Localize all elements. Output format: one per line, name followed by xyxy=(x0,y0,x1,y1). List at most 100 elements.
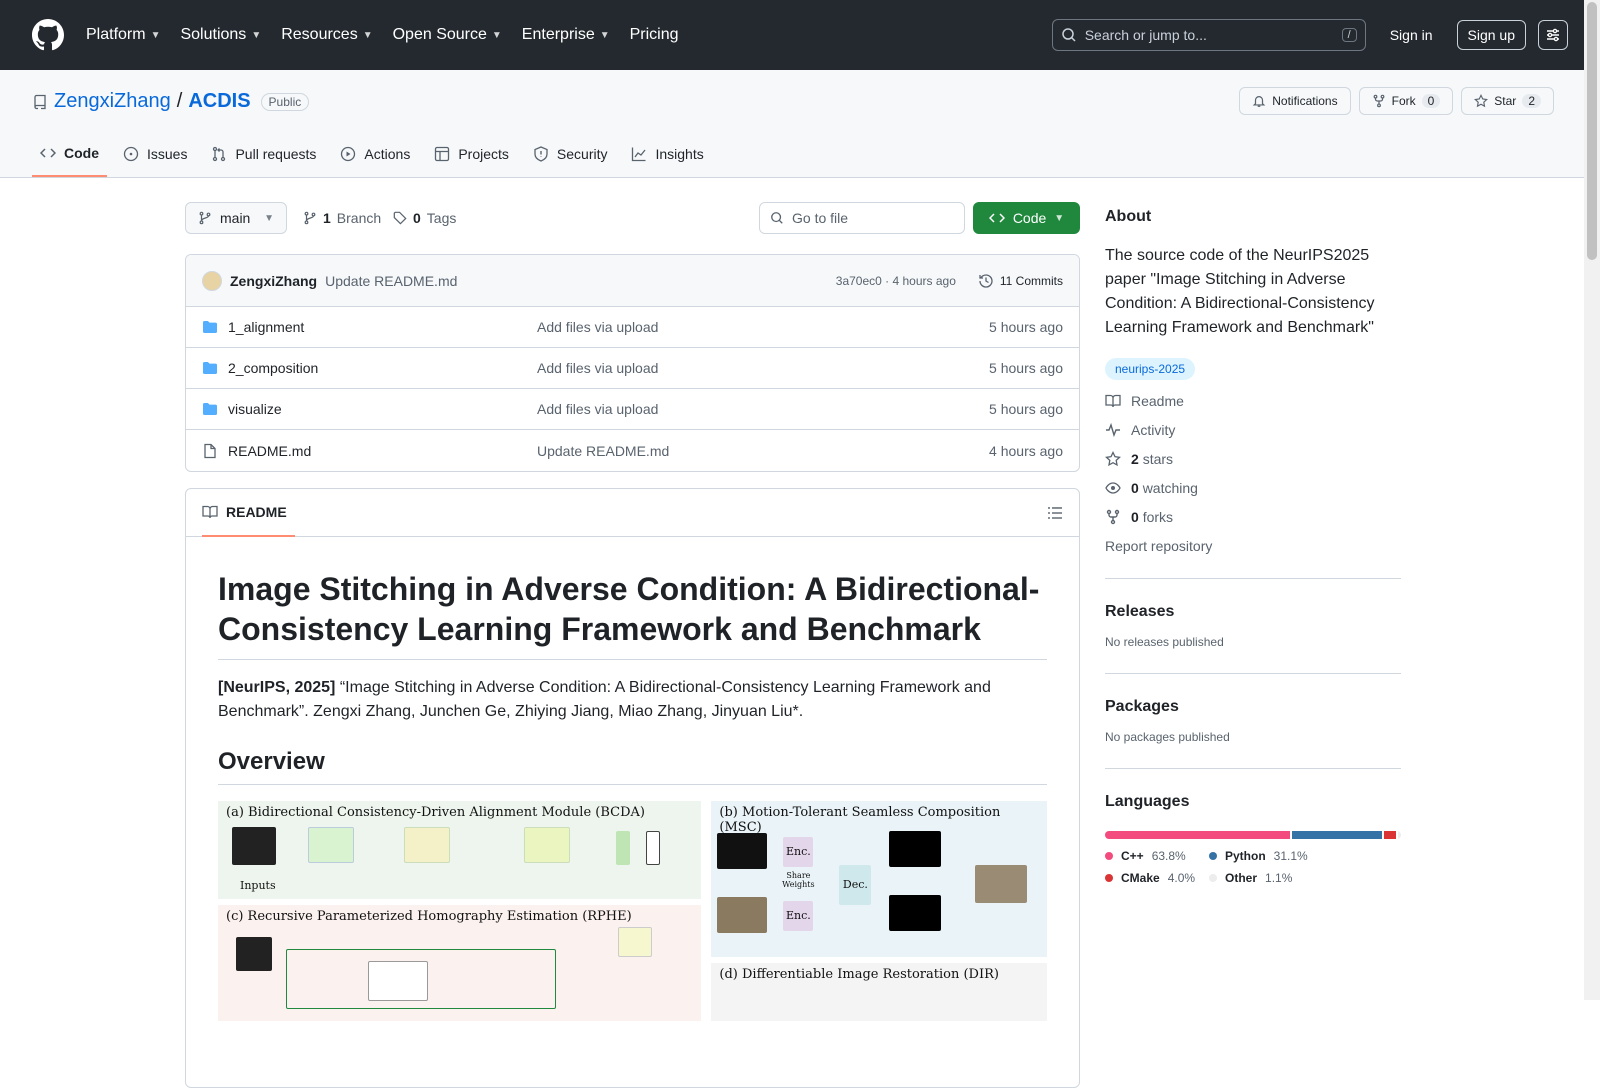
bell-icon xyxy=(1252,96,1266,107)
language-dot-icon xyxy=(1209,852,1217,860)
language-item[interactable]: Other 1.1% xyxy=(1209,871,1313,885)
file-commit-message[interactable]: Add files via upload xyxy=(537,401,989,417)
nav-open-source[interactable]: Open Source ▼ xyxy=(393,26,502,44)
scrollbar[interactable] xyxy=(1584,0,1600,1000)
forks-link[interactable]: 0 forks xyxy=(1105,509,1401,525)
notifications-button[interactable]: Notifications xyxy=(1239,87,1351,115)
figure-panel-c-caption: (c) Recursive Parameterized Homography E… xyxy=(226,909,632,924)
about-description: The source code of the NeurIPS2025 paper… xyxy=(1105,247,1375,336)
activity-link[interactable]: Activity xyxy=(1105,422,1401,438)
avatar[interactable] xyxy=(202,270,222,291)
tab-pull-requests[interactable]: Pull requests xyxy=(203,131,324,177)
star-icon xyxy=(1105,451,1121,467)
tab-actions[interactable]: Actions xyxy=(332,131,418,177)
language-bar-segment xyxy=(1384,831,1396,839)
file-commit-message[interactable]: Update README.md xyxy=(537,443,989,459)
fork-button[interactable]: Fork 0 xyxy=(1358,87,1454,115)
file-row[interactable]: 2_composition Add files via upload 5 hou… xyxy=(186,348,1079,389)
repo-separator: / xyxy=(176,90,183,112)
file-name[interactable]: README.md xyxy=(228,443,311,459)
language-item[interactable]: C++ 63.8% xyxy=(1105,849,1209,863)
commit-meta[interactable]: 3a70ec0 · 4 hours ago xyxy=(836,274,956,288)
readme-tab[interactable]: README xyxy=(202,489,295,537)
commit-author[interactable]: ZengxiZhang xyxy=(230,273,317,289)
nav-pricing[interactable]: Pricing xyxy=(630,26,679,44)
file-row[interactable]: README.md Update README.md 4 hours ago xyxy=(186,430,1079,471)
search-input[interactable]: Search or jump to... / xyxy=(1051,19,1366,51)
stars-count: 2 xyxy=(1131,451,1139,467)
tab-security[interactable]: Security xyxy=(525,131,616,177)
branch-icon xyxy=(304,211,316,225)
book-icon xyxy=(202,505,218,518)
file-row[interactable]: visualize Add files via upload 5 hours a… xyxy=(186,389,1079,430)
folder-icon xyxy=(203,362,217,374)
tab-insights-label: Insights xyxy=(655,146,704,162)
branches-link[interactable]: 1 Branch xyxy=(303,202,381,234)
tags-link[interactable]: 0 Tags xyxy=(393,202,456,234)
dlt-block xyxy=(616,831,630,865)
readme-body: Image Stitching in Adverse Condition: A … xyxy=(186,537,1079,1053)
about-sidebar: About The source code of the NeurIPS2025… xyxy=(1105,178,1401,893)
repo-header: ZengxiZhang / ACDIS Public Notifications… xyxy=(0,70,1600,178)
figure-panel-bcda: (a) Bidirectional Consistency-Driven Ali… xyxy=(218,801,702,899)
branch-icon xyxy=(199,211,211,225)
file-name[interactable]: 2_composition xyxy=(228,360,318,376)
file-name[interactable]: visualize xyxy=(228,401,282,417)
packages-empty: No packages published xyxy=(1105,730,1230,744)
watching-count: 0 xyxy=(1131,480,1139,496)
star-label: Star xyxy=(1494,94,1517,108)
reference-image xyxy=(236,937,272,971)
sign-in-link[interactable]: Sign in xyxy=(1390,27,1433,43)
releases-heading[interactable]: Releases xyxy=(1105,603,1401,621)
star-button[interactable]: Star 2 xyxy=(1461,87,1554,115)
file-time: 4 hours ago xyxy=(989,442,1063,459)
issue-icon xyxy=(123,146,139,162)
feature-block xyxy=(524,827,570,863)
nav-solutions[interactable]: Solutions ▼ xyxy=(180,26,261,44)
share-weights-label: Share Weights xyxy=(782,871,815,889)
fork-icon xyxy=(1373,94,1385,108)
commits-link[interactable]: 11 Commits xyxy=(978,273,1063,289)
topic-tag[interactable]: neurips-2025 xyxy=(1105,358,1196,380)
overview-heading: Overview xyxy=(218,748,1047,785)
repo-owner-link[interactable]: ZengxiZhang xyxy=(54,90,171,113)
scrollbar-thumb[interactable] xyxy=(1587,2,1597,260)
branch-selector[interactable]: main ▼ xyxy=(185,202,287,234)
go-to-file-input[interactable]: Go to file xyxy=(759,202,965,234)
file-row[interactable]: 1_alignment Add files via upload 5 hours… xyxy=(186,307,1079,348)
packages-heading[interactable]: Packages xyxy=(1105,698,1401,716)
file-commit-message[interactable]: Add files via upload xyxy=(537,360,989,376)
language-item[interactable]: CMake 4.0% xyxy=(1105,871,1209,885)
file-name[interactable]: 1_alignment xyxy=(228,319,304,335)
outline-list-icon[interactable] xyxy=(1047,505,1063,521)
nav-enterprise[interactable]: Enterprise ▼ xyxy=(522,26,610,44)
latest-commit: ZengxiZhang Update README.md 3a70ec0 · 4… xyxy=(186,255,1079,307)
github-logo-icon[interactable] xyxy=(32,19,64,51)
nav-platform[interactable]: Platform ▼ xyxy=(86,26,160,44)
code-dropdown-button[interactable]: Code ▼ xyxy=(973,202,1080,234)
search-icon xyxy=(1061,28,1076,42)
language-bar-segment xyxy=(1397,831,1401,839)
languages-heading: Languages xyxy=(1105,793,1190,810)
branch-name: main xyxy=(220,210,251,226)
tab-code[interactable]: Code xyxy=(32,131,107,177)
tab-projects[interactable]: Projects xyxy=(426,131,517,177)
nav-resources[interactable]: Resources ▼ xyxy=(281,26,372,44)
repo-name-link[interactable]: ACDIS xyxy=(188,90,250,113)
stars-link[interactable]: 2 stars xyxy=(1105,451,1401,467)
tab-issues[interactable]: Issues xyxy=(115,131,195,177)
commit-message[interactable]: Update README.md xyxy=(325,273,457,289)
decoder-block: Dec. xyxy=(839,865,872,905)
watching-link[interactable]: 0 watching xyxy=(1105,480,1401,496)
language-item[interactable]: Python 31.1% xyxy=(1209,849,1313,863)
tag-count: 0 xyxy=(413,210,421,226)
file-commit-message[interactable]: Add files via upload xyxy=(537,319,989,335)
search-icon xyxy=(771,212,783,224)
tab-insights[interactable]: Insights xyxy=(623,131,711,177)
sign-up-button[interactable]: Sign up xyxy=(1456,20,1526,50)
menu-button[interactable] xyxy=(1538,20,1568,50)
report-repository-link[interactable]: Report repository xyxy=(1105,538,1401,554)
file-time: 5 hours ago xyxy=(989,360,1063,376)
readme-link[interactable]: Readme xyxy=(1105,393,1401,409)
nav-enterprise-label: Enterprise xyxy=(521,26,595,43)
